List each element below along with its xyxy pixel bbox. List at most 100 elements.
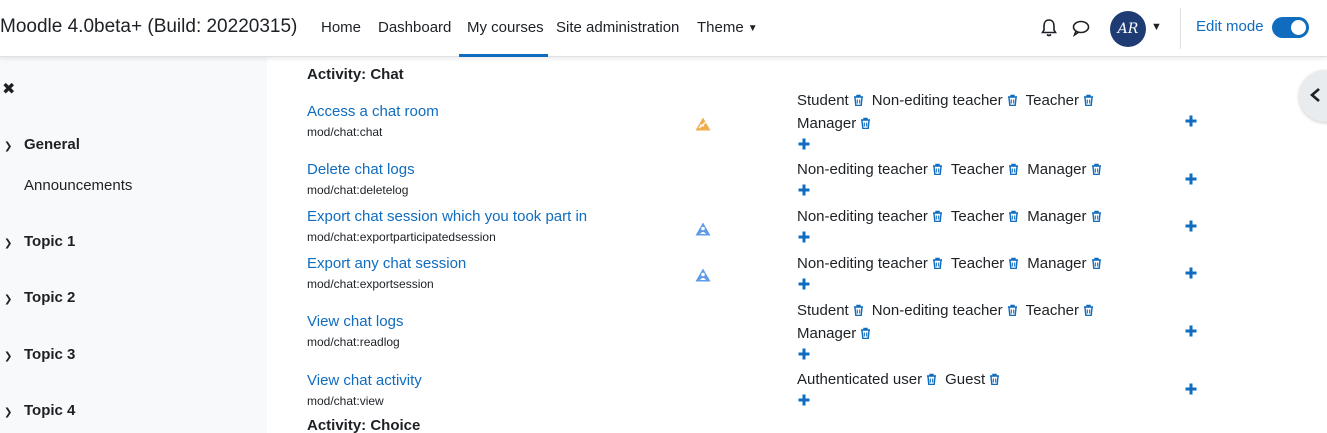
course-index-drawer: ✖ ❯ General Announcements ❯ Topic 1 ❯ Topic…: [0, 57, 267, 433]
activity-heading: Activity: Chat: [307, 66, 404, 83]
role-name: Student: [797, 92, 849, 109]
risk-personal-icon: [695, 268, 711, 282]
nav-my-courses-label: My courses: [467, 19, 544, 36]
nav-home[interactable]: Home: [321, 0, 361, 57]
trash-icon[interactable]: [1008, 163, 1019, 175]
role-chip: Teacher: [951, 205, 1019, 228]
nav-my-courses[interactable]: My courses: [459, 0, 548, 57]
trash-icon[interactable]: [1083, 94, 1094, 106]
role-chip: Guest: [945, 368, 1000, 391]
role-chip: Teacher: [951, 158, 1019, 181]
add-role-icon[interactable]: [797, 277, 811, 291]
trash-icon[interactable]: [1007, 94, 1018, 106]
trash-icon[interactable]: [860, 327, 871, 339]
activity-heading: Activity: Choice: [307, 417, 421, 433]
activity-announcements[interactable]: Announcements: [24, 177, 132, 194]
add-role-button[interactable]: [1184, 219, 1198, 233]
chevron-down-icon: ❯: [4, 141, 13, 152]
role-name: Teacher: [1025, 302, 1080, 319]
add-role-icon[interactable]: [797, 183, 811, 197]
close-icon[interactable]: ✖: [2, 79, 15, 99]
add-role-button[interactable]: [1184, 324, 1198, 338]
trash-icon[interactable]: [853, 94, 864, 106]
trash-icon[interactable]: [1091, 257, 1102, 269]
chevron-left-icon: [1310, 88, 1320, 102]
trash-icon[interactable]: [1083, 304, 1094, 316]
trash-icon[interactable]: [932, 163, 943, 175]
risk-spam-icon: [695, 117, 711, 131]
section-label: General: [24, 136, 80, 153]
trash-icon[interactable]: [1008, 210, 1019, 222]
trash-icon[interactable]: [1008, 257, 1019, 269]
bell-icon[interactable]: [1039, 18, 1059, 38]
nav-theme-label: Theme: [697, 19, 744, 36]
nav-theme[interactable]: Theme ▼: [697, 0, 758, 57]
role-name: Manager: [797, 325, 857, 342]
edit-mode-toggle[interactable]: [1272, 17, 1309, 38]
role-chip: Manager: [1027, 205, 1101, 228]
capability-title-link[interactable]: Export chat session which you took part …: [307, 208, 587, 225]
section-label: Topic 4: [24, 402, 76, 419]
site-brand[interactable]: Moodle 4.0beta+ (Build: 20220315): [0, 16, 297, 38]
role-name: Non-editing teacher: [871, 302, 1003, 319]
role-name: Manager: [1027, 208, 1087, 225]
capability-title-link[interactable]: Access a chat room: [307, 103, 439, 120]
role-list: Student Non-editing teacher Teacher Manager: [797, 89, 1167, 151]
capability-name: mod/chat:view: [307, 394, 384, 408]
trash-icon[interactable]: [1007, 304, 1018, 316]
add-role-icon[interactable]: [797, 137, 811, 151]
chevron-down-icon: ❯: [4, 238, 13, 249]
capability-title-link[interactable]: Export any chat session: [307, 255, 466, 272]
add-role-button[interactable]: [1184, 382, 1198, 396]
add-role-button[interactable]: [1184, 172, 1198, 186]
nav-dashboard[interactable]: Dashboard: [378, 0, 451, 57]
trash-icon[interactable]: [860, 117, 871, 129]
trash-icon[interactable]: [853, 304, 864, 316]
trash-icon[interactable]: [932, 257, 943, 269]
role-list: Non-editing teacher Teacher Manager: [797, 158, 1167, 197]
role-chip: Teacher: [951, 252, 1019, 275]
role-name: Non-editing teacher: [797, 161, 928, 178]
capability-name: mod/chat:exportparticipatedsession: [307, 230, 496, 244]
chevron-down-icon: ▼: [747, 23, 758, 34]
user-avatar[interactable]: AR: [1110, 11, 1146, 47]
role-chip: Teacher: [1026, 299, 1094, 322]
capability-name: mod/chat:deletelog: [307, 183, 409, 197]
role-chip: Teacher: [1026, 89, 1094, 112]
chevron-down-icon[interactable]: ▼: [1151, 21, 1162, 33]
chat-bubble-icon[interactable]: [1071, 18, 1091, 38]
role-name: Non-editing teacher: [797, 208, 928, 225]
section-topic-3[interactable]: ❯ Topic 3: [4, 346, 75, 363]
role-name: Teacher: [1025, 92, 1080, 109]
role-name: Non-editing teacher: [797, 255, 928, 272]
section-general[interactable]: ❯ General: [4, 136, 80, 153]
nav-site-administration[interactable]: Site administration: [556, 0, 679, 57]
role-chip: Authenticated user: [797, 368, 937, 391]
trash-icon[interactable]: [989, 373, 1000, 385]
section-topic-2[interactable]: ❯ Topic 2: [4, 289, 75, 306]
section-topic-4[interactable]: ❯ Topic 4: [4, 402, 75, 419]
section-topic-1[interactable]: ❯ Topic 1: [4, 233, 75, 250]
capability-title-link[interactable]: Delete chat logs: [307, 161, 415, 178]
role-name: Teacher: [950, 208, 1005, 225]
add-role-button[interactable]: [1184, 266, 1198, 280]
trash-icon[interactable]: [926, 373, 937, 385]
add-role-icon[interactable]: [797, 347, 811, 361]
role-name: Manager: [797, 115, 857, 132]
role-name: Teacher: [950, 161, 1005, 178]
add-role-icon[interactable]: [797, 230, 811, 244]
role-chip: Non-editing teacher: [797, 158, 943, 181]
trash-icon[interactable]: [1091, 163, 1102, 175]
edit-mode-label: Edit mode: [1196, 18, 1264, 35]
role-name: Authenticated user: [797, 371, 923, 388]
role-name: Guest: [945, 371, 986, 388]
chevron-down-icon: ❯: [4, 407, 13, 418]
navbar-divider: [1180, 8, 1181, 49]
trash-icon[interactable]: [1091, 210, 1102, 222]
role-chip: Non-editing teacher: [872, 89, 1018, 112]
capability-title-link[interactable]: View chat activity: [307, 372, 422, 389]
trash-icon[interactable]: [932, 210, 943, 222]
add-role-button[interactable]: [1184, 114, 1198, 128]
add-role-icon[interactable]: [797, 393, 811, 407]
capability-title-link[interactable]: View chat logs: [307, 313, 403, 330]
